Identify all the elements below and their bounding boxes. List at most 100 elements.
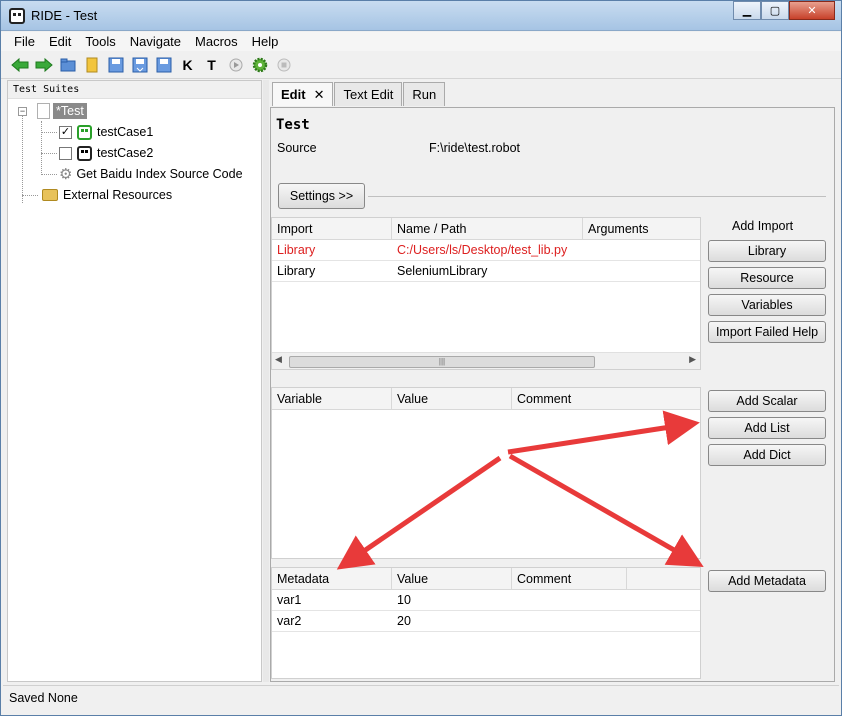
scrollbar-thumb[interactable]: |||: [289, 356, 595, 368]
import-horizontal-scrollbar[interactable]: ◀ ||| ▶: [272, 352, 700, 369]
menu-tools[interactable]: Tools: [78, 32, 122, 51]
ride-app-icon: [9, 8, 25, 24]
add-library-button[interactable]: Library: [708, 240, 826, 262]
collapse-toggle[interactable]: −: [18, 106, 27, 116]
run-icon[interactable]: [225, 55, 246, 75]
export-icon[interactable]: [153, 55, 174, 75]
tree-node-testcase2[interactable]: testCase2: [59, 143, 153, 163]
menu-bar: File Edit Tools Navigate Macros Help: [1, 32, 841, 51]
tab-close-icon[interactable]: ✕: [314, 87, 325, 102]
keyword-gear-icon: ⚙: [59, 166, 73, 183]
value-col-header: Value: [392, 388, 512, 409]
tab-run[interactable]: Run: [403, 82, 446, 106]
table-row[interactable]: Library C:/Users/ls/Desktop/test_lib.py: [272, 240, 700, 261]
scroll-left-icon[interactable]: ◀: [275, 354, 282, 365]
keyword-label: Get Baidu Index Source Code: [76, 167, 243, 181]
settings-divider: [368, 196, 826, 197]
table-row[interactable]: var1 10: [272, 590, 700, 611]
toolbar: K T: [1, 51, 841, 79]
test-suites-pane: Test Suites − *Test ✓ testCase1 testCase…: [7, 80, 262, 682]
scroll-right-icon[interactable]: ▶: [689, 354, 696, 365]
suite-title: Test: [276, 117, 310, 133]
tree-node-external-resources[interactable]: External Resources: [42, 185, 172, 205]
import-table-header: Import Name / Path Arguments: [272, 218, 700, 240]
back-arrow-icon[interactable]: [9, 55, 30, 75]
menu-navigate[interactable]: Navigate: [123, 32, 188, 51]
import-col-header: Import: [272, 218, 392, 239]
add-list-button[interactable]: Add List: [708, 417, 826, 439]
menu-help[interactable]: Help: [245, 32, 286, 51]
table-row[interactable]: Library SeleniumLibrary: [272, 261, 700, 282]
import-type-cell[interactable]: Library: [272, 240, 392, 260]
ride-window: RIDE - Test ▁ ▢ ✕ File Edit Tools Naviga…: [0, 0, 842, 716]
import-type-cell[interactable]: Library: [272, 261, 392, 281]
variable-table: Variable Value Comment: [271, 387, 701, 559]
minimize-button[interactable]: ▁: [733, 1, 761, 20]
table-row[interactable]: var2 20: [272, 611, 700, 632]
metadata-table: Metadata Value Comment var1 10 var2 20: [271, 567, 701, 679]
metadata-extra-col-header: [627, 568, 700, 589]
open-directory-icon[interactable]: [81, 55, 102, 75]
import-args-cell[interactable]: [583, 240, 700, 260]
comment-col-header: Comment: [517, 392, 572, 406]
tab-edit[interactable]: Edit ✕: [272, 82, 334, 106]
robot-test-icon: [77, 145, 92, 161]
tree-node-keyword[interactable]: ⚙ Get Baidu Index Source Code: [59, 164, 243, 184]
menu-macros[interactable]: Macros: [188, 32, 245, 51]
window-title: RIDE - Test: [31, 8, 98, 23]
tree-guide-line: [41, 174, 57, 175]
metadata-table-header: Metadata Value Comment: [272, 568, 700, 590]
metadata-value-col-header: Value: [392, 568, 512, 589]
metadata-name-cell[interactable]: var1: [272, 590, 392, 610]
tree-node-testcase1[interactable]: ✓ testCase1: [59, 122, 153, 142]
editor-tabs: Edit ✕ Text Edit Run: [272, 82, 446, 106]
title-bar[interactable]: RIDE - Test ▁ ▢ ✕: [1, 1, 841, 31]
testcase2-label: testCase2: [97, 146, 154, 160]
tree-guide-line: [41, 121, 42, 175]
arguments-col-header: Arguments: [588, 222, 649, 236]
metadata-col-header: Metadata: [272, 568, 392, 589]
import-path-cell[interactable]: SeleniumLibrary: [392, 261, 583, 281]
test-suites-header: Test Suites: [8, 81, 261, 99]
tree-guide-line: [22, 109, 23, 203]
settings-toggle-button[interactable]: Settings >>: [278, 183, 365, 209]
status-bar: Saved None: [3, 685, 839, 709]
robot-test-icon: [77, 124, 92, 140]
debug-gear-icon[interactable]: [249, 55, 270, 75]
import-failed-help-button[interactable]: Import Failed Help: [708, 321, 826, 343]
save-all-icon[interactable]: [129, 55, 150, 75]
import-args-cell[interactable]: [583, 261, 700, 281]
pane-splitter[interactable]: [263, 80, 269, 682]
menu-file[interactable]: File: [7, 32, 42, 51]
add-resource-button[interactable]: Resource: [708, 267, 826, 289]
maximize-button[interactable]: ▢: [761, 1, 789, 20]
metadata-name-cell[interactable]: var2: [272, 611, 392, 631]
menu-edit[interactable]: Edit: [42, 32, 78, 51]
variable-col-header: Variable: [272, 388, 392, 409]
save-icon[interactable]: [105, 55, 126, 75]
metadata-value-cell[interactable]: 20: [392, 611, 512, 631]
tree-guide-line: [41, 153, 57, 154]
source-label: Source: [277, 141, 317, 155]
add-scalar-button[interactable]: Add Scalar: [708, 390, 826, 412]
stop-icon[interactable]: [273, 55, 294, 75]
source-path: F:\ride\test.robot: [429, 141, 521, 155]
forward-arrow-icon[interactable]: [33, 55, 54, 75]
add-metadata-button[interactable]: Add Metadata: [708, 570, 826, 592]
search-keywords-icon[interactable]: K: [177, 55, 198, 75]
close-button[interactable]: ✕: [789, 1, 835, 20]
tab-text-edit[interactable]: Text Edit: [334, 82, 403, 106]
add-variables-button[interactable]: Variables: [708, 294, 826, 316]
open-folder-icon[interactable]: [57, 55, 78, 75]
metadata-value-cell[interactable]: 10: [392, 590, 512, 610]
window-controls: ▁ ▢ ✕: [733, 1, 835, 20]
testcase1-checkbox[interactable]: ✓: [59, 125, 72, 139]
search-tests-icon[interactable]: T: [201, 55, 222, 75]
suite-file-icon: [37, 103, 50, 119]
add-dict-button[interactable]: Add Dict: [708, 444, 826, 466]
tab-edit-label: Edit: [281, 87, 306, 102]
tree-node-suite[interactable]: − *Test: [18, 101, 87, 121]
import-path-cell[interactable]: C:/Users/ls/Desktop/test_lib.py: [392, 240, 583, 260]
testcase2-checkbox[interactable]: [59, 146, 72, 160]
add-import-label: Add Import: [732, 219, 794, 233]
